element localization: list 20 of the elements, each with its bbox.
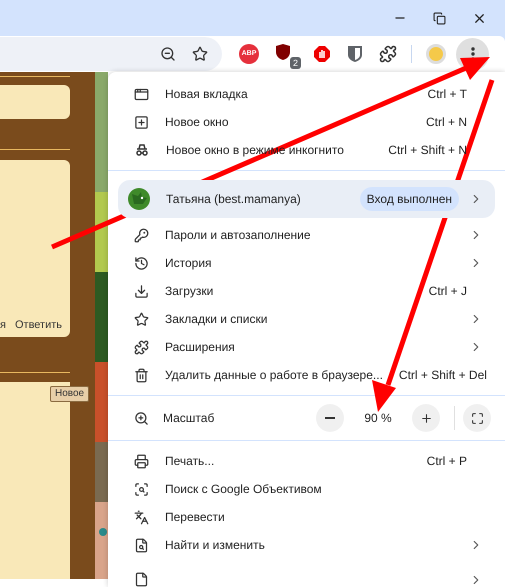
menu-item[interactable]: Пароли и автозаполнение <box>108 221 505 249</box>
menu-item[interactable]: Перевести <box>108 503 505 531</box>
profile-item[interactable]: Татьяна (best.mamanya) Вход выполнен <box>118 180 495 218</box>
zoom-label: Масштаб <box>163 410 214 427</box>
menu-item[interactable]: Новое окно Ctrl + N <box>108 108 505 136</box>
menu-item[interactable]: Поиск с Google Объективом <box>108 475 505 503</box>
badge-count: 2 <box>290 57 301 69</box>
reply-link[interactable]: Ответить <box>14 316 62 333</box>
menu-item[interactable]: Закладки и списки <box>108 305 505 333</box>
menu-item[interactable]: Новая вкладка Ctrl + T <box>108 80 505 108</box>
menu-item[interactable]: Печать... Ctrl + P <box>108 447 505 475</box>
menu-item[interactable]: Расширения <box>108 333 505 361</box>
menu-item[interactable]: Загрузки Ctrl + J <box>108 277 505 305</box>
signed-in-badge: Вход выполнен <box>360 187 459 211</box>
zoom-value: 90 % <box>363 410 393 427</box>
menu-item[interactable]: История <box>108 249 505 277</box>
reply-fragment: я <box>0 318 6 332</box>
menu-item[interactable]: Найти и изменить <box>108 531 505 559</box>
menu-item[interactable]: Удалить данные о работе в браузере... Ctrl + Shift + Del <box>108 361 505 389</box>
new-button[interactable]: Новое <box>50 386 90 402</box>
